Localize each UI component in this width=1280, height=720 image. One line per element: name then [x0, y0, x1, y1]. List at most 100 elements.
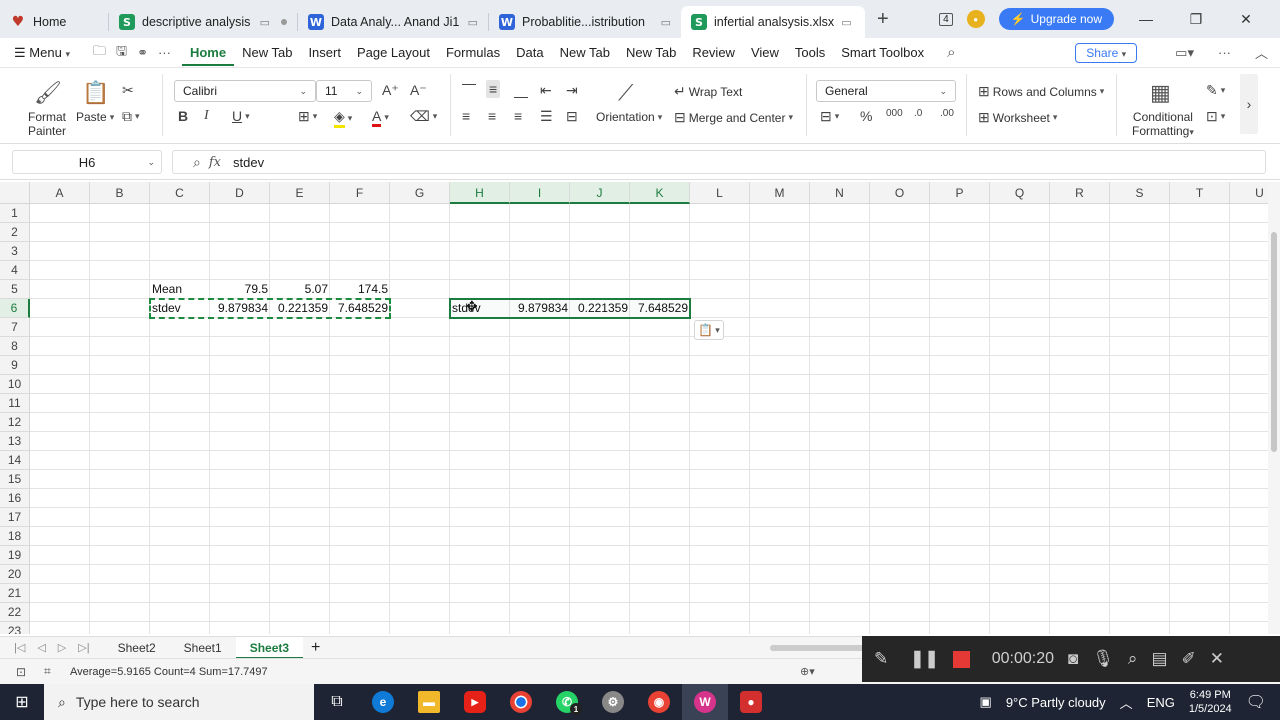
cell-f5[interactable]: 174.5	[330, 280, 390, 299]
underline-icon[interactable]: U ▾	[232, 108, 250, 124]
menu-new-tab-2[interactable]: New Tab	[552, 45, 618, 60]
cell-j6[interactable]: 0.221359	[570, 299, 630, 318]
distribute-icon[interactable]: ⊟	[566, 108, 578, 125]
cell-d5[interactable]: 79.5	[210, 280, 270, 299]
tab-descriptive-analysis[interactable]: S descriptive analysis ▭	[109, 6, 297, 38]
row-header-6[interactable]: 6	[0, 299, 30, 318]
cell-e6[interactable]: 0.221359	[270, 299, 330, 318]
wps-office-icon[interactable]: W	[682, 684, 728, 720]
bold-icon[interactable]: B	[178, 108, 188, 124]
cell-style-icon[interactable]: ✎ ▾	[1206, 82, 1225, 99]
format-painter-button[interactable]: 🖌	[28, 82, 68, 104]
stop-icon[interactable]	[952, 650, 970, 668]
column-header-d[interactable]: D	[210, 182, 270, 204]
currency-icon[interactable]: ⊟ ▾	[820, 108, 839, 125]
pause-icon[interactable]: ❚❚	[910, 649, 939, 669]
row-header-10[interactable]: 10	[0, 375, 30, 394]
edge-icon[interactable]: e	[360, 684, 406, 720]
increase-decimal-icon[interactable]: .0	[914, 108, 922, 119]
status-settings-icon[interactable]: ⌗	[44, 664, 51, 679]
menu-page-layout[interactable]: Page Layout	[349, 45, 438, 60]
menu-smart-toolbox[interactable]: Smart Toolbox	[833, 45, 932, 60]
whatsapp-icon[interactable]: ✆ 1	[544, 684, 590, 720]
copy-icon[interactable]: ⧉ ▾	[122, 108, 140, 125]
borders-icon[interactable]: ⊞ ▾	[298, 108, 317, 125]
start-button[interactable]: ⊞	[0, 684, 44, 720]
menu-insert[interactable]: Insert	[300, 45, 349, 60]
font-name-select[interactable]: Calibri ⌄	[174, 80, 316, 102]
menu-home[interactable]: Home	[181, 39, 235, 66]
file-explorer-icon[interactable]: ▬	[406, 684, 452, 720]
next-sheet-icon[interactable]: ▷	[52, 641, 72, 654]
zoom-icon[interactable]: ⌕	[193, 154, 201, 171]
restore-icon[interactable]: ❐	[1178, 11, 1214, 28]
conditional-formatting-button[interactable]: Conditional Formatting▾	[1132, 110, 1194, 139]
column-header-r[interactable]: R	[1050, 182, 1110, 204]
menu-review[interactable]: Review	[684, 45, 743, 60]
chrome-profile-icon[interactable]: ◉	[636, 684, 682, 720]
comment-icon[interactable]: ▭▾	[1163, 45, 1206, 61]
row-header-2[interactable]: 2	[0, 223, 30, 242]
column-header-f[interactable]: F	[330, 182, 390, 204]
column-header-o[interactable]: O	[870, 182, 930, 204]
youtube-icon[interactable]: ▶	[452, 684, 498, 720]
mic-muted-icon[interactable]: 🎙	[1092, 649, 1114, 669]
wrap-text-button[interactable]: ↵ Wrap Text	[674, 83, 742, 100]
status-mode-icon[interactable]: ⊡	[16, 665, 26, 679]
justify-icon[interactable]: ☰	[540, 108, 553, 125]
number-format-select[interactable]: General ⌄	[816, 80, 956, 102]
row-header-19[interactable]: 19	[0, 546, 30, 565]
conditional-formatting-icon[interactable]: ▦	[1150, 82, 1171, 104]
cut-icon[interactable]: ✂	[122, 82, 134, 99]
menu-data[interactable]: Data	[508, 45, 551, 60]
row-header-16[interactable]: 16	[0, 489, 30, 508]
align-left-icon[interactable]: ≡	[462, 108, 470, 124]
tab-data-analysis[interactable]: W Data Analy... Anand Ji1 ▭	[298, 6, 488, 38]
paste-options-button[interactable]: 📋 ▾	[694, 320, 724, 340]
settings-app-icon[interactable]: ⚙	[590, 684, 636, 720]
column-header-q[interactable]: Q	[990, 182, 1050, 204]
row-header-1[interactable]: 1	[0, 204, 30, 223]
font-size-select[interactable]: 11 ⌄	[316, 80, 372, 102]
column-header-g[interactable]: G	[390, 182, 450, 204]
menu-view[interactable]: View	[743, 45, 787, 60]
increase-font-icon[interactable]: A⁺	[382, 82, 399, 99]
chrome-icon[interactable]	[498, 684, 544, 720]
task-view-icon[interactable]: ⧉	[314, 684, 360, 720]
sheet-tab-sheet3[interactable]: Sheet3	[235, 636, 304, 659]
fill-color-icon[interactable]: ◈ ▾	[334, 108, 352, 128]
taskbar-search[interactable]: ⌕ Type here to search	[44, 684, 314, 720]
row-header-14[interactable]: 14	[0, 451, 30, 470]
cell-c6[interactable]: stdev	[150, 299, 210, 318]
row-header-18[interactable]: 18	[0, 527, 30, 546]
caption-icon[interactable]: ▤	[1151, 649, 1167, 669]
row-header-3[interactable]: 3	[0, 242, 30, 261]
column-header-t[interactable]: T	[1170, 182, 1230, 204]
align-top-icon[interactable]: ⎺	[462, 82, 476, 99]
merge-center-button[interactable]: ⊟ Merge and Center ▾	[674, 109, 793, 126]
row-header-20[interactable]: 20	[0, 565, 30, 584]
new-tab-button[interactable]: +	[877, 9, 889, 29]
minimize-icon[interactable]: —	[1128, 11, 1164, 27]
chevron-down-icon[interactable]: ⌄	[147, 157, 155, 168]
share-link-icon[interactable]: ⚭	[132, 45, 153, 61]
view-mode-icon[interactable]: ⊕▾	[800, 665, 815, 678]
cell-i6[interactable]: 9.879834	[510, 299, 570, 318]
prev-sheet-icon[interactable]: ◁	[31, 641, 51, 654]
column-header-u[interactable]: U	[1230, 182, 1268, 204]
notifications-icon[interactable]: 🗨	[1246, 692, 1266, 712]
close-icon[interactable]: ✕	[1228, 11, 1264, 28]
cell-area[interactable]: Mean 79.5 5.07 174.5 stdev 9.879834 0.221359 7.…	[30, 204, 1268, 634]
paste-button[interactable]: Paste ▾	[76, 110, 114, 124]
column-header-n[interactable]: N	[810, 182, 870, 204]
close-icon[interactable]: ✕	[1210, 649, 1224, 669]
zoom-icon[interactable]: ⌕	[1128, 649, 1138, 669]
decrease-indent-icon[interactable]: ⇤	[540, 82, 552, 99]
save-icon[interactable]: 🖫	[111, 42, 132, 64]
name-box[interactable]: H6 ⌄	[12, 150, 162, 174]
column-header-i[interactable]: I	[510, 182, 570, 204]
worksheet-button[interactable]: ⊞ Worksheet ▾	[978, 109, 1057, 126]
column-header-s[interactable]: S	[1110, 182, 1170, 204]
row-header-13[interactable]: 13	[0, 432, 30, 451]
weather-text[interactable]: 9°C Partly cloudy	[1006, 695, 1106, 710]
